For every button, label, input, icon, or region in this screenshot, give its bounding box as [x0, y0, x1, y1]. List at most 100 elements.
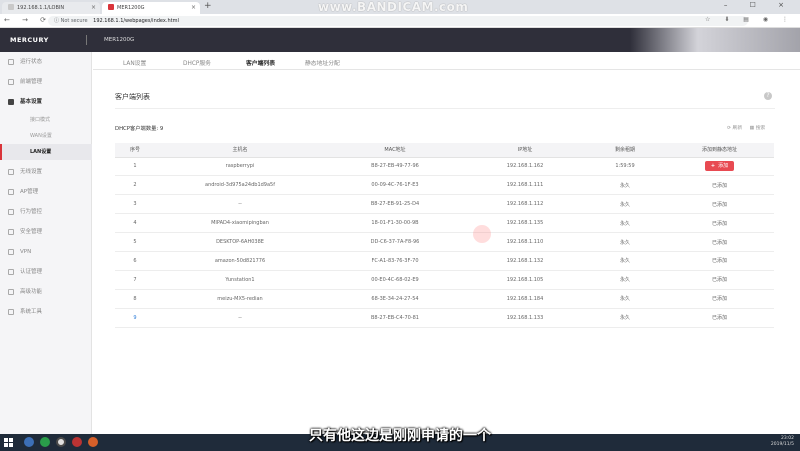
- tab-title: MER1200G: [117, 5, 145, 11]
- row-hostname: DESKTOP-6AH038E: [155, 232, 325, 252]
- sidebar-sub-interface-mode[interactable]: 接口模式: [0, 112, 92, 128]
- row-hostname: --: [155, 308, 325, 328]
- table-row: 6 amazon-50d821776 FC-A1-83-76-3F-70 192.16…: [115, 251, 774, 271]
- video-subtitle: 只有他这边是刚刚申请的一个: [309, 428, 491, 444]
- row-index: 3: [115, 194, 155, 215]
- table-toolbar: ⟳ 刷新 ▦ 搜索: [721, 124, 765, 131]
- sidebar-item-label: 行为管控: [20, 209, 43, 215]
- row-action: 已添加: [665, 251, 774, 271]
- sidebar-item-label: VPN: [20, 249, 32, 255]
- sidebar-sub-lan[interactable]: LAN设置: [0, 144, 92, 160]
- row-action: 已添加: [665, 213, 774, 234]
- section-divider: [115, 108, 775, 109]
- nav-buttons[interactable]: ← → ⟳: [4, 16, 51, 24]
- tab-lan-settings[interactable]: LAN设置: [123, 58, 146, 67]
- url-field[interactable]: ⓘ Not secure 192.168.1.1/webpages/index.…: [48, 16, 748, 26]
- row-index: 8: [115, 289, 155, 309]
- row-lease: 1:59:59: [585, 157, 665, 177]
- window-controls[interactable]: – ☐ ×: [724, 1, 794, 9]
- sidebar-item-wireless[interactable]: 无线设置: [0, 162, 92, 182]
- tab-close-icon[interactable]: ×: [91, 4, 96, 11]
- tab-static-address[interactable]: 静态地址分配: [305, 58, 340, 67]
- sidebar-item-system-tools[interactable]: 系统工具: [0, 302, 92, 322]
- sidebar-sub-wan[interactable]: WAN设置: [0, 128, 92, 144]
- table-header-row: 序号 主机名 MAC地址 IP地址 剩余租期 添加到静态地址: [115, 143, 774, 158]
- dhcp-client-count: DHCP客户端数量: 9: [115, 126, 164, 132]
- sidebar-item-vpn[interactable]: VPN: [0, 242, 92, 262]
- search-button[interactable]: ▦ 搜索: [750, 126, 766, 131]
- cursor-highlight: [473, 225, 491, 243]
- row-hostname: meizu-MX5-redian: [155, 289, 325, 309]
- row-mac: 00-E0-4C-68-02-E9: [325, 270, 465, 290]
- security-indicator[interactable]: ⓘ Not secure: [54, 18, 88, 24]
- row-hostname: raspberrypi: [155, 157, 325, 177]
- browser-tab-strip: 192.168.1.1/LOBIN × MER1200G × + www.BAN…: [0, 0, 800, 14]
- auth-icon: [8, 269, 14, 275]
- browser-tab-login[interactable]: 192.168.1.1/LOBIN ×: [2, 2, 100, 14]
- table-row: 4 MIPAD4-xiaomipingban 18-01-F1-30-00-9B 19…: [115, 213, 774, 234]
- address-bar-row: ← → ⟳ ⓘ Not secure 192.168.1.1/webpages/…: [0, 14, 800, 28]
- row-hostname: Yunstation1: [155, 270, 325, 290]
- sidebar-item-behavior[interactable]: 行为管控: [0, 202, 92, 222]
- row-ip: 192.168.1.132: [465, 251, 585, 271]
- sidebar-item-label: 基本设置: [20, 99, 43, 105]
- row-mac: FC-A1-83-76-3F-70: [325, 251, 465, 271]
- tab-favicon-icon: [8, 4, 14, 10]
- row-lease: 永久: [585, 270, 665, 290]
- plus-icon: +: [710, 163, 716, 170]
- new-tab-button[interactable]: +: [204, 1, 212, 11]
- col-add-static: 添加到静态地址: [665, 143, 774, 158]
- ap-icon: [8, 189, 14, 195]
- sidebar-item-basic-settings[interactable]: 基本设置: [0, 92, 92, 112]
- row-index: 6: [115, 251, 155, 271]
- sidebar-item-advanced[interactable]: 高级功能: [0, 282, 92, 302]
- refresh-button[interactable]: ⟳ 刷新: [727, 126, 742, 131]
- add-static-button[interactable]: + 添加: [704, 161, 735, 172]
- sidebar-item-status[interactable]: 运行状态: [0, 52, 92, 72]
- sidebar-item-auth[interactable]: 认证管理: [0, 262, 92, 282]
- added-status: 已添加: [711, 201, 727, 208]
- sidebar-item-label: AP管理: [20, 189, 39, 195]
- tab-client-list[interactable]: 客户端列表: [242, 58, 279, 73]
- browser-tab-router[interactable]: MER1200G ×: [102, 2, 200, 14]
- row-index: 2: [115, 175, 155, 196]
- row-index: 9: [115, 308, 155, 328]
- row-lease: 永久: [585, 251, 665, 271]
- added-status: 已添加: [711, 220, 727, 227]
- row-ip: 192.168.1.162: [465, 157, 585, 177]
- row-ip: 192.168.1.105: [465, 270, 585, 290]
- tab-favicon-icon: [108, 4, 114, 10]
- advanced-icon: [8, 289, 14, 295]
- row-lease: 永久: [585, 175, 665, 196]
- status-icon: [8, 59, 14, 65]
- tab-dhcp-service[interactable]: DHCP服务: [183, 58, 211, 67]
- sidebar-item-label: 运行状态: [20, 59, 43, 65]
- client-table: 序号 主机名 MAC地址 IP地址 剩余租期 添加到静态地址 1 raspberr…: [115, 143, 774, 328]
- extension-icons[interactable]: ☆ ⬇ ▤ ◉ ⋮: [705, 16, 794, 23]
- table-row: 9 -- B8-27-EB-C4-70-81 192.168.1.133 永久 已添加: [115, 308, 774, 328]
- sidebar-item-label: 前端管理: [20, 79, 43, 85]
- row-ip: 192.168.1.184: [465, 289, 585, 309]
- help-icon[interactable]: ?: [764, 92, 772, 100]
- row-index: 7: [115, 270, 155, 290]
- tab-close-icon[interactable]: ×: [191, 4, 196, 11]
- added-status: 已添加: [711, 239, 727, 246]
- table-row: 2 android-3d975a24db1d9a5f 00-09-4C-76-1F-…: [115, 175, 774, 196]
- row-index: 4: [115, 213, 155, 234]
- row-hostname: amazon-50d821776: [155, 251, 325, 271]
- table-row: 8 meizu-MX5-redian 68-3E-34-24-27-54 192.16…: [115, 289, 774, 309]
- sidebar-item-ap[interactable]: AP管理: [0, 182, 92, 202]
- row-mac: 18-01-F1-30-00-9B: [325, 213, 465, 234]
- sidebar-item-frontend[interactable]: 前端管理: [0, 72, 92, 92]
- row-index: 1: [115, 157, 155, 177]
- row-mac: 00-09-4C-76-1F-E3: [325, 175, 465, 196]
- row-mac: B8-27-EB-91-25-D4: [325, 194, 465, 215]
- col-index: 序号: [115, 143, 155, 158]
- col-lease: 剩余租期: [585, 143, 665, 158]
- sidebar-item-security[interactable]: 安全管理: [0, 222, 92, 242]
- header-divider: [86, 35, 87, 45]
- row-action: + 添加: [665, 157, 774, 177]
- row-lease: 永久: [585, 289, 665, 309]
- sidebar-item-label: 无线设置: [20, 169, 43, 175]
- row-action: 已添加: [665, 289, 774, 309]
